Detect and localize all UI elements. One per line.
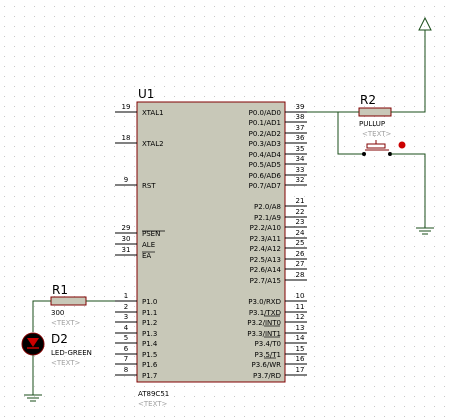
mcu-pin-number-26: 26 <box>296 250 305 258</box>
mcu-pin-number-1: 1 <box>124 292 128 300</box>
r2-value-label: PULLUP <box>359 120 385 128</box>
mcu-pin-label-25: P2.4/A12 <box>250 245 281 253</box>
mcu-pin-number-13: 13 <box>296 324 305 332</box>
r2-text-tag: <TEXT> <box>362 130 392 138</box>
mcu-text-tag: <TEXT> <box>138 400 168 408</box>
mcu-pin-label-2: P1.1 <box>142 309 157 317</box>
r1-ref-label: R1 <box>52 283 68 297</box>
r1-value-label: 300 <box>51 309 64 317</box>
mcu-pin-number-39: 39 <box>296 103 305 111</box>
mcu-pin-number-31: 31 <box>122 246 131 254</box>
mcu-pin-number-28: 28 <box>296 271 305 279</box>
mcu-pin-label-7: P1.6 <box>142 361 158 369</box>
mcu-pin-number-35: 35 <box>296 145 305 153</box>
mcu-pin-number-38: 38 <box>296 113 305 121</box>
mcu-pin-number-24: 24 <box>296 229 305 237</box>
schematic-svg[interactable]: U1 AT89C51 <TEXT> 19XTAL118XTAL29RST29PS… <box>0 0 449 418</box>
mcu-pin-number-7: 7 <box>124 355 128 363</box>
mcu-pin-number-4: 4 <box>124 324 129 332</box>
r1-text-tag: <TEXT> <box>51 319 81 327</box>
mcu-pin-label-24: P2.3/A11 <box>250 235 281 243</box>
mcu-pin-number-22: 22 <box>296 208 305 216</box>
mcu-pin-label-31: EA <box>142 252 151 260</box>
mcu-model-label: AT89C51 <box>138 390 169 398</box>
mcu-pin-number-5: 5 <box>124 334 128 342</box>
mcu-pin-label-34: P0.5/AD5 <box>249 161 281 169</box>
mcu-ref-label: U1 <box>138 87 154 101</box>
mcu-pin-label-6: P1.5 <box>142 351 157 359</box>
mcu-pin-number-27: 27 <box>296 260 305 268</box>
mcu-pin-number-32: 32 <box>296 176 305 184</box>
mcu-pin-number-29: 29 <box>122 224 131 232</box>
mcu-pin-label-14: P3.4/T0 <box>255 340 281 348</box>
mcu-pin-number-15: 15 <box>296 345 305 353</box>
mcu-pin-label-1: P1.0 <box>142 298 157 306</box>
mcu-pin-label-21: P2.0/A8 <box>254 203 281 211</box>
mcu-pin-number-11: 11 <box>296 303 305 311</box>
mcu-pin-number-14: 14 <box>296 334 305 342</box>
mcu-pin-label-35: P0.4/AD4 <box>249 151 282 159</box>
mcu-pin-number-34: 34 <box>296 155 305 163</box>
mcu-pin-label-19: XTAL1 <box>142 109 164 117</box>
mcu-pin-label-4: P1.3 <box>142 330 157 338</box>
mcu-pin-number-2: 2 <box>124 303 128 311</box>
mcu-pin-number-12: 12 <box>296 313 305 321</box>
mcu-pin-label-28: P2.7/A15 <box>250 277 281 285</box>
mcu-pin-label-18: XTAL2 <box>142 140 164 148</box>
mcu-pin-label-37: P0.2/AD2 <box>249 130 281 138</box>
mcu-pin-label-33: P0.6/AD6 <box>249 172 282 180</box>
mcu-pin-label-36: P0.3/AD3 <box>249 140 281 148</box>
mcu-pin-number-9: 9 <box>124 176 128 184</box>
mcu-pin-number-16: 16 <box>296 355 305 363</box>
d2-value-label: LED-GREEN <box>51 349 92 357</box>
mcu-pin-number-17: 17 <box>296 366 305 374</box>
d2-led[interactable] <box>21 332 45 356</box>
mcu-pin-number-6: 6 <box>124 345 129 353</box>
mcu-pin-label-27: P2.6/A14 <box>250 266 282 274</box>
mcu-pin-number-36: 36 <box>296 134 305 142</box>
mcu-pin-label-22: P2.1/A9 <box>254 214 281 222</box>
mcu-pin-label-5: P1.4 <box>142 340 158 348</box>
mcu-pin-number-18: 18 <box>122 134 131 142</box>
mcu-pin-label-26: P2.5/A13 <box>250 256 281 264</box>
mcu-pin-number-30: 30 <box>122 235 131 243</box>
mcu-pin-number-10: 10 <box>296 292 305 300</box>
mcu-pin-number-19: 19 <box>122 103 131 111</box>
mcu-pin-number-8: 8 <box>124 366 128 374</box>
mcu-pin-label-3: P1.2 <box>142 319 157 327</box>
mcu-pin-number-21: 21 <box>296 197 305 205</box>
mcu-pin-number-25: 25 <box>296 239 305 247</box>
mcu-pin-label-9: RST <box>142 182 156 190</box>
mcu-pin-number-23: 23 <box>296 218 305 226</box>
r1-resistor[interactable] <box>50 296 87 306</box>
mcu-pin-label-23: P2.2/A10 <box>250 224 281 232</box>
mcu-pin-number-3: 3 <box>124 313 128 321</box>
mcu-pin-label-8: P1.7 <box>142 372 157 380</box>
mcu-pin-number-33: 33 <box>296 166 305 174</box>
mcu-pin-label-38: P0.1/AD1 <box>249 119 281 127</box>
d2-ref-label: D2 <box>51 332 68 346</box>
mcu-pin-label-17: P3.7/RD <box>253 372 281 380</box>
mcu-pin-label-30: ALE <box>142 241 155 249</box>
mcu-pin-label-32: P0.7/AD7 <box>249 182 281 190</box>
r2-ref-label: R2 <box>360 93 376 107</box>
r2-resistor[interactable] <box>358 107 392 117</box>
mcu-pin-label-39: P0.0/AD0 <box>249 109 281 117</box>
d2-text-tag: <TEXT> <box>51 359 81 367</box>
mcu-pin-number-37: 37 <box>296 124 305 132</box>
mcu-pin-label-10: P3.0/RXD <box>248 298 281 306</box>
mcu-pin-label-16: P3.6/WR <box>252 361 282 369</box>
schematic-canvas[interactable]: U1 AT89C51 <TEXT> 19 XTAL1 18 XTAL2 9 RST 29 PS… <box>0 0 449 418</box>
